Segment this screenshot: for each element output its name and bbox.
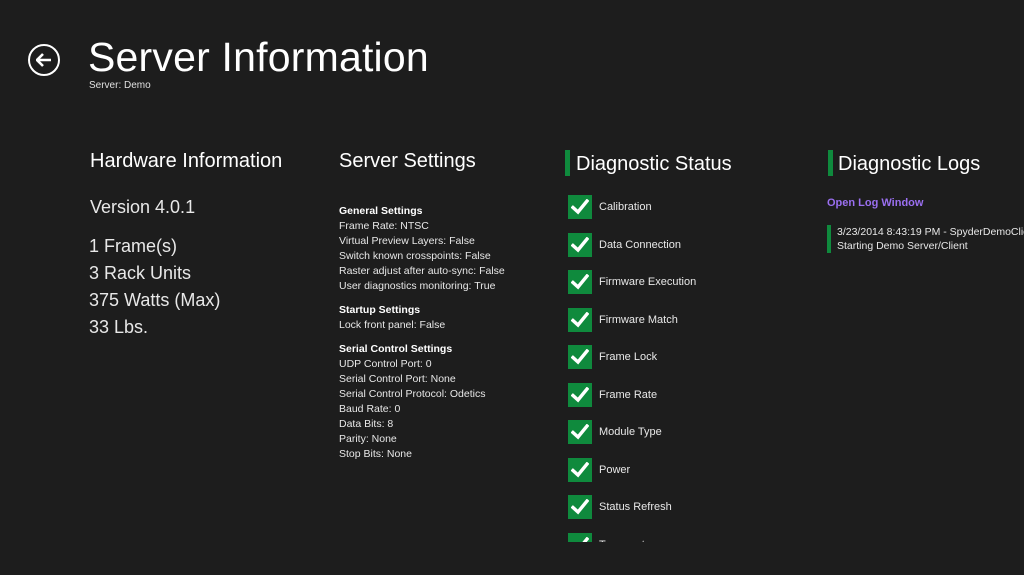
setting-line: Lock front panel: False [339, 319, 446, 331]
setting-line: Serial Control Protocol: Odetics [339, 388, 486, 400]
status-checkbox [568, 307, 592, 332]
setting-line: Stop Bits: None [339, 448, 412, 460]
status-checkbox [568, 457, 592, 482]
checkmark-icon [581, 536, 589, 542]
diagnostic-item-label: Firmware Match [599, 313, 678, 326]
status-checkbox [568, 270, 592, 294]
checkmark-icon [571, 499, 589, 515]
diagnostic-status-heading: Diagnostic Status [576, 153, 732, 175]
diagnostic-item-label: Frame Rate [599, 388, 658, 401]
diagnostic-logs-heading: Diagnostic Logs [838, 153, 981, 175]
hardware-spec: 3 Rack Units [89, 263, 192, 283]
setting-line: Data Bits: 8 [339, 418, 394, 430]
status-checkbox [568, 495, 592, 519]
status-checkbox [568, 532, 592, 542]
checkmark-icon [571, 236, 589, 252]
checkmark-icon [571, 349, 589, 365]
setting-line: Raster adjust after auto-sync: False [339, 265, 505, 277]
hardware-heading: Hardware Information [90, 150, 283, 172]
status-checkbox [568, 420, 592, 444]
hardware-specs: 1 Frame(s) 3 Rack Units 375 Watts (Max) … [89, 233, 220, 341]
settings-group-serial: Serial Control Settings UDP Control Port… [339, 342, 505, 462]
checkmark-icon [571, 274, 589, 290]
diagnostic-status-list[interactable]: Calibration Data Connection Firmware Execu… [560, 188, 800, 542]
diagnostic-item-label: Data Connection [599, 238, 681, 251]
setting-line: Switch known crosspoints: False [339, 250, 491, 262]
settings-group-general: General Settings Frame Rate: NTSC Virtua… [339, 204, 505, 294]
diagnostic-item-label: Status Refresh [599, 501, 672, 513]
setting-line: Frame Rate: NTSC [339, 220, 429, 232]
page-subtitle: Server: Demo [89, 80, 151, 91]
log-entry-message: Starting Demo Server/Client [837, 240, 968, 252]
settings-group-startup: Startup Settings Lock front panel: False [339, 303, 505, 333]
diagnostic-item: Firmware Match [568, 307, 678, 332]
diagnostic-item: Data Connection [568, 232, 681, 257]
status-checkbox [568, 195, 592, 219]
page-title: Server Information [88, 34, 429, 80]
hardware-spec: 1 Frame(s) [89, 236, 178, 256]
diagnostic-item: Calibration [568, 195, 652, 219]
log-entry: 3/23/2014 8:43:19 PM - SpyderDemoClient … [827, 225, 1024, 253]
diagnostic-item-label: Calibration [599, 201, 652, 213]
status-checkbox [568, 232, 592, 257]
diagnostic-status-accent [565, 150, 570, 176]
diagnostic-item-label: Firmware Execution [599, 276, 697, 288]
back-arrow-icon [36, 53, 51, 67]
diagnostic-item: Temperature [568, 532, 661, 543]
log-entry-header: 3/23/2014 8:43:19 PM - SpyderDemoClient [837, 226, 1024, 238]
server-settings-list: General Settings Frame Rate: NTSC Virtua… [339, 204, 505, 471]
status-checkbox [568, 345, 592, 369]
checkmark-icon [571, 424, 589, 440]
settings-group-title: Startup Settings [339, 304, 421, 316]
open-log-window-link[interactable]: Open Log Window [827, 197, 923, 209]
diagnostic-item-label: Power [599, 463, 631, 476]
diagnostic-item: Frame Lock [568, 345, 657, 369]
setting-line: UDP Control Port: 0 [339, 358, 432, 370]
diagnostic-item: Power [568, 457, 631, 482]
hardware-spec: 375 Watts (Max) [89, 290, 221, 310]
setting-line: User diagnostics monitoring: True [339, 280, 496, 292]
setting-line: Baud Rate: 0 [339, 403, 401, 415]
setting-line: Virtual Preview Layers: False [339, 235, 475, 247]
settings-group-title: General Settings [339, 205, 423, 217]
settings-group-title: Serial Control Settings [339, 343, 453, 355]
checkmark-icon [571, 386, 589, 402]
diagnostic-item: Firmware Execution [568, 270, 696, 294]
hardware-spec: 33 Lbs. [89, 317, 149, 337]
back-button[interactable] [28, 44, 60, 76]
diagnostic-item-label: Frame Lock [599, 351, 658, 363]
checkmark-icon [571, 311, 589, 327]
status-checkbox [568, 382, 592, 407]
diagnostic-logs-accent [828, 150, 833, 176]
server-settings-heading: Server Settings [339, 150, 476, 172]
diagnostic-item-label: Temperature [599, 539, 661, 543]
setting-line: Serial Control Port: None [339, 373, 456, 385]
hardware-version: Version 4.0.1 [90, 197, 196, 217]
diagnostic-item: Status Refresh [568, 495, 672, 519]
checkmark-icon [571, 199, 589, 215]
setting-line: Parity: None [339, 433, 397, 445]
diagnostic-item-label: Module Type [599, 426, 662, 438]
diagnostic-item: Frame Rate [568, 382, 658, 407]
diagnostic-item: Module Type [568, 420, 662, 444]
checkmark-icon [571, 461, 589, 477]
